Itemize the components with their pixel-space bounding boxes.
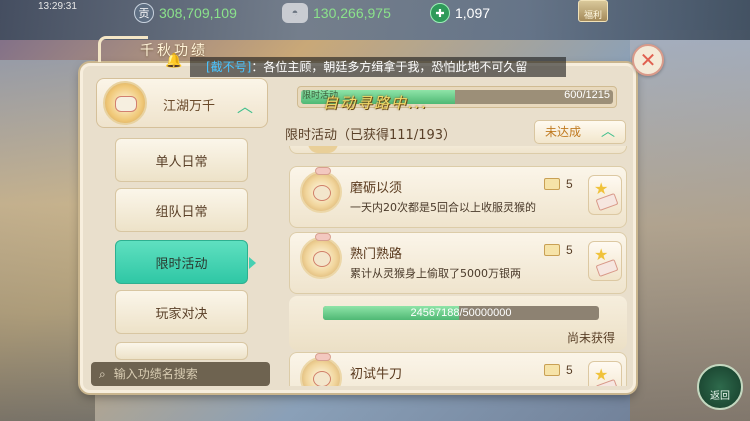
currency-value: 130,266,975 [313, 5, 391, 21]
achievement-progress: 24567188/50000000 尚未获得 [289, 296, 627, 350]
close-button[interactable]: ✕ [632, 44, 664, 76]
broadcast-ticker: [截不号]：各位主顾，朝廷多方缉拿于我，恐怕此地不可久留 [190, 57, 566, 77]
achievement-name: 熟门熟路 [350, 247, 403, 262]
close-icon[interactable]: ✕ [640, 48, 657, 72]
achievement-points: 5 [544, 177, 573, 191]
chevron-up-icon: ︿ [237, 97, 254, 116]
filter-dropdown[interactable]: 未达成 ︿ [534, 120, 626, 144]
section-title: 限时活动（已获得111/193） [285, 128, 457, 143]
achievement-desc: 一天内20次都是5回合以上收服灵猴的 [350, 201, 536, 214]
reward-item[interactable]: ★ [588, 361, 622, 386]
sidebar-item-limited-event[interactable]: 限时活动 [115, 240, 256, 284]
list-item[interactable]: 熟门熟路 累计从灵猴身上偷取了5000万银两 5 ★ [289, 232, 627, 294]
progress-text: 24567188/50000000 [410, 307, 512, 319]
bell-icon: 🔔 [165, 53, 183, 69]
currency-jade[interactable]: ✚ 1,097 [430, 3, 490, 23]
list-item[interactable] [289, 146, 627, 154]
achievement-badge-icon [300, 167, 342, 213]
scroll-points-icon [544, 178, 560, 190]
list-item[interactable]: 初试牛刀 5 ★ [289, 352, 627, 386]
currency-value: 1,097 [455, 5, 491, 21]
auto-pathing-indicator: 自动寻路中... [323, 94, 429, 112]
achievement-desc: 累计从灵猴身上偷取了5000万银两 [350, 267, 521, 280]
clock: 13:29:31 [38, 1, 77, 12]
welfare-chest-button[interactable]: 福利 [578, 0, 608, 22]
sidebar-item-team-daily[interactable]: 组队日常 [115, 188, 248, 232]
achievement-name: 初试牛刀 [350, 367, 403, 382]
category-jianghu[interactable]: 江湖万千 ︿ [96, 78, 268, 128]
achievement-name: 磨砺以须 [350, 181, 403, 196]
scroll-points-icon [544, 364, 560, 376]
progress-bar: 24567188/50000000 [323, 306, 599, 320]
broadcast-message: ：各位主顾，朝廷多方缉拿于我，恐怕此地不可久留 [251, 60, 528, 74]
currency-silver: ◓ 130,266,975 [282, 3, 391, 23]
return-button[interactable]: 返回 [697, 364, 743, 410]
category-label: 江湖万千 [163, 99, 216, 114]
reward-item[interactable]: ★ [588, 175, 622, 215]
currency-tael: 贡 308,709,109 [134, 3, 237, 23]
scroll-points-icon [544, 244, 560, 256]
tael-coin-icon: 贡 [134, 3, 154, 23]
currency-value: 308,709,109 [159, 5, 237, 21]
category-progress-count: 600/1215 [564, 89, 610, 101]
list-item[interactable]: 磨砺以须 一天内20次都是5回合以上收服灵猴的 5 ★ [289, 166, 627, 228]
category-sidebar: 江湖万千 ︿ 单人日常 组队日常 限时活动 玩家对决 [93, 78, 275, 390]
silver-ingot-icon: ◓ [282, 3, 308, 23]
search-input[interactable] [113, 367, 254, 381]
jade-gem-icon[interactable]: ✚ [430, 3, 450, 23]
search-bar[interactable]: ⌕ [91, 362, 270, 386]
filter-label: 未达成 [545, 125, 582, 139]
category-emblem-icon [103, 81, 147, 125]
reward-item[interactable]: ★ [588, 241, 622, 281]
sidebar-item-pvp[interactable]: 玩家对决 [115, 290, 248, 334]
progress-status: 尚未获得 [566, 331, 615, 345]
broadcast-sender: [截不号] [206, 60, 252, 74]
achievement-badge-icon [300, 233, 342, 279]
sidebar-item-more[interactable] [115, 342, 248, 360]
sidebar-item-solo-daily[interactable]: 单人日常 [115, 138, 248, 182]
achievement-list[interactable]: 磨砺以须 一天内20次都是5回合以上收服灵猴的 5 ★ 熟门熟路 累计从灵猴身上… [287, 146, 627, 386]
achievement-badge-icon [300, 353, 342, 386]
achievement-content: 限时活动 600/1215 自动寻路中... 限时活动（已获得111/193） … [283, 80, 628, 386]
return-label: 返回 [710, 391, 730, 402]
chevron-up-icon: ︿ [601, 124, 615, 140]
search-icon: ⌕ [99, 366, 106, 381]
achievement-points: 5 [544, 243, 573, 257]
achievement-points: 5 [544, 363, 573, 377]
